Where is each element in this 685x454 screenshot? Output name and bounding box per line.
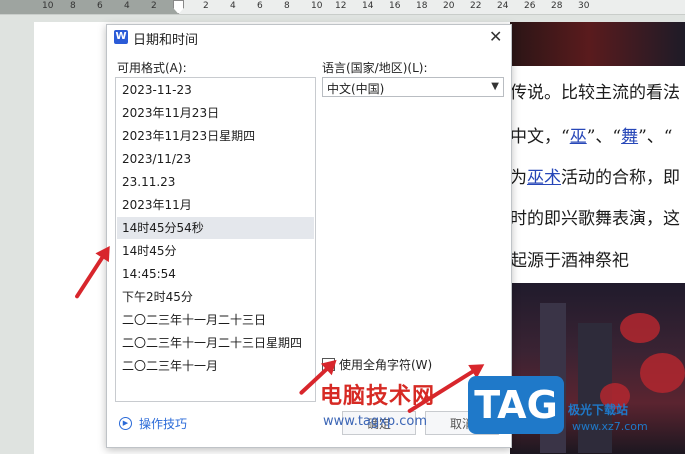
ruler-label: 4 <box>230 1 236 11</box>
format-option[interactable]: 2023/11/23 <box>117 148 314 170</box>
doc-line-3: 为巫术活动的合称，即 <box>510 163 680 188</box>
formats-list[interactable]: 2023-11-23 2023年11月23日 2023年11月23日星期四 2023/… <box>115 77 316 402</box>
ruler-label: 30 <box>578 1 590 11</box>
ruler-label: 8 <box>284 1 290 11</box>
ruler-label: 22 <box>470 1 482 11</box>
format-option[interactable]: 二〇二三年十一月 <box>117 355 314 377</box>
ruler-label: 10 <box>311 1 323 11</box>
horizontal-ruler: 10 8 6 4 2 2 4 6 8 10 12 14 16 18 20 22 24 26 28 30 <box>0 0 685 15</box>
dialog-titlebar[interactable]: W 日期和时间 ✕ <box>107 25 511 49</box>
format-option[interactable]: 二〇二三年十一月二十三日 <box>117 309 314 331</box>
image-blossom <box>620 313 660 343</box>
ruler-label: 20 <box>443 1 455 11</box>
doc-line-4: 时的即兴歌舞表演，这 <box>510 209 680 229</box>
tag-logo: TAG <box>468 376 564 434</box>
ruler-label: 6 <box>257 1 263 11</box>
close-button[interactable]: ✕ <box>489 27 502 46</box>
chevron-down-icon: ▼ <box>491 81 499 92</box>
image-blossom <box>640 353 685 393</box>
ruler-label: 6 <box>97 1 103 11</box>
doc-link-dance[interactable]: 舞 <box>621 127 638 147</box>
format-option[interactable]: 14时45分 <box>117 240 314 262</box>
doc-line-2-mid: ”、“ <box>586 127 622 147</box>
ruler-label: 24 <box>497 1 509 11</box>
fullwidth-label[interactable]: 使用全角字符(W) <box>339 356 432 373</box>
tag-logo-url: www.xz7.com <box>572 420 648 433</box>
doc-link-wu[interactable]: 巫 <box>570 127 587 147</box>
doc-line-5: 起源于酒神祭祀 <box>510 251 629 271</box>
format-option[interactable]: 2023年11月23日 <box>117 102 314 124</box>
format-option[interactable]: 下午2时45分 <box>117 286 314 308</box>
tips-link[interactable]: 操作技巧 <box>139 415 187 432</box>
ruler-label: 18 <box>416 1 428 11</box>
format-option[interactable]: 2023年11月23日星期四 <box>117 125 314 147</box>
watermark-site-name: 电脑技术网 <box>320 384 436 409</box>
doc-line-2: 中文，“巫”、“舞”、“ <box>510 122 672 147</box>
tag-logo-subtitle: 极光下载站 <box>568 403 629 417</box>
ruler-label: 16 <box>389 1 401 11</box>
ruler-label: 28 <box>551 1 563 11</box>
format-option[interactable]: 23.11.23 <box>117 171 314 193</box>
dialog-title: 日期和时间 <box>133 33 199 48</box>
wps-writer-icon: W <box>114 30 128 44</box>
language-select[interactable]: 中文(中国) ▼ <box>322 77 504 97</box>
format-option[interactable]: 2023-11-23 <box>117 79 314 101</box>
doc-line-3-suffix: 活动的合称，即 <box>561 168 680 188</box>
ruler-label: 4 <box>124 1 130 11</box>
watermark-site-url: www.tagxp.com <box>323 414 427 429</box>
format-option[interactable]: 14:45:54 <box>117 263 314 285</box>
ruler-label: 10 <box>42 1 54 11</box>
format-option[interactable]: 二〇二三年十一月二十三日星期四 <box>117 332 314 354</box>
ruler-label: 14 <box>362 1 374 11</box>
ruler-label: 2 <box>151 1 157 11</box>
ruler-label: 12 <box>335 1 347 11</box>
doc-line-2-suffix: ”、“ <box>638 127 673 147</box>
language-select-value: 中文(中国) <box>327 82 385 96</box>
ruler-label: 26 <box>524 1 536 11</box>
language-label: 语言(国家/地区)(L): <box>322 61 428 75</box>
format-option[interactable]: 2023年11月 <box>117 194 314 216</box>
ruler-label: 8 <box>70 1 76 11</box>
format-option[interactable]: 14时45分54秒 <box>117 217 314 239</box>
doc-line-2-prefix: 中文，“ <box>510 127 570 147</box>
doc-link-wushu[interactable]: 巫术 <box>527 168 561 188</box>
formats-label: 可用格式(A): <box>117 61 187 75</box>
doc-line-1: 传说。比较主流的看法 <box>510 83 680 103</box>
document-image-top <box>510 22 685 66</box>
play-circle-icon[interactable]: ▶ <box>119 417 132 430</box>
doc-line-3-prefix: 为 <box>510 168 527 188</box>
ruler-label: 2 <box>203 1 209 11</box>
